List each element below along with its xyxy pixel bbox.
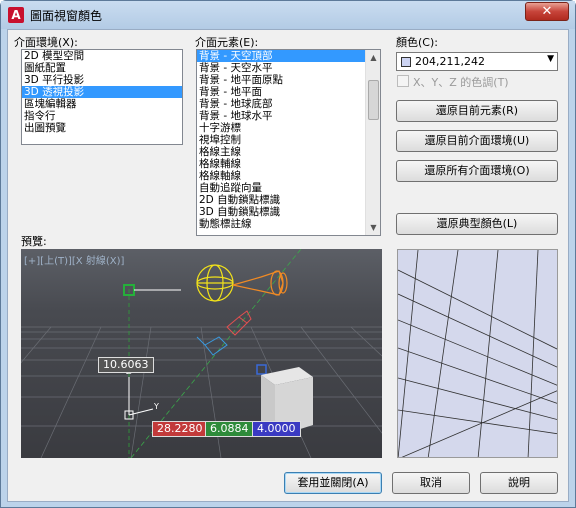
context-item[interactable]: 圖紙配置: [22, 62, 182, 74]
title-bar[interactable]: A 圖面視窗顏色 ✕: [1, 1, 575, 29]
viewport-controls-label: [+][上(T)][X 射線(X)]: [24, 256, 125, 267]
element-item[interactable]: 背景 - 地球底部: [197, 98, 365, 110]
help-button[interactable]: 說明: [480, 472, 558, 494]
element-item[interactable]: 視埠控制: [197, 134, 365, 146]
dimension-value: 10.6063: [98, 357, 154, 373]
tint-checkbox[interactable]: [397, 75, 409, 87]
chevron-down-icon: ▼: [547, 54, 554, 64]
blue-grip-icon: [256, 364, 267, 375]
coord-x-box: 28.2280: [152, 421, 208, 437]
context-item[interactable]: 3D 透視投影: [22, 86, 182, 98]
restore-all-button[interactable]: 還原所有介面環境(O): [396, 160, 558, 182]
restore-context-button[interactable]: 還原目前介面環境(U): [396, 130, 558, 152]
ucs-icon: [124, 377, 154, 420]
preview-viewport: Z Y [+][上(T)][X 射線(X)] 10.6063 28.2280 6…: [21, 249, 382, 458]
spotlight-icon: [232, 270, 288, 296]
element-item[interactable]: 自動追蹤向量: [197, 182, 365, 194]
context-item[interactable]: 出圖預覽: [22, 122, 182, 134]
coord-y-box: 6.0884: [205, 421, 254, 437]
element-item[interactable]: 動態標註線: [197, 218, 365, 230]
context-label: 介面環境(X):: [14, 36, 78, 49]
scroll-thumb[interactable]: [368, 80, 379, 120]
element-item[interactable]: 背景 - 地球水平: [197, 110, 365, 122]
scroll-up-icon[interactable]: ▲: [366, 50, 380, 65]
scroll-down-icon[interactable]: ▼: [366, 220, 380, 235]
apply-close-button[interactable]: 套用並關閉(A): [284, 472, 382, 494]
color-value: 204,211,242: [415, 55, 485, 68]
light-sphere-icon: [196, 264, 234, 302]
axis-y-label: Y: [153, 402, 159, 411]
side-grid: [398, 250, 557, 457]
element-item[interactable]: 3D 自動鎖點標識: [197, 206, 365, 218]
color-swatch: [401, 57, 411, 67]
element-item[interactable]: 格線輔線: [197, 158, 365, 170]
element-item[interactable]: 十字游標: [197, 122, 365, 134]
context-item[interactable]: 3D 平行投影: [22, 74, 182, 86]
context-item[interactable]: 指令行: [22, 110, 182, 122]
dialog-title: 圖面視窗顏色: [30, 9, 103, 23]
tint-checkbox-label: X、Y、Z 的色調(T): [413, 76, 509, 89]
coord-z-box: 4.0000: [252, 421, 301, 437]
preview-side-viewport: [397, 249, 558, 458]
element-item[interactable]: 背景 - 天空頂部: [197, 50, 365, 62]
context-listbox[interactable]: 2D 模型空間 圖紙配置 3D 平行投影 3D 透視投影 區塊編輯器 指令行 出圖預覽: [21, 49, 183, 145]
context-item[interactable]: 區塊編輯器: [22, 98, 182, 110]
preview-label: 預覽:: [21, 235, 47, 248]
restore-element-button[interactable]: 還原目前元素(R): [396, 100, 558, 122]
color-label: 顏色(C):: [396, 36, 438, 49]
element-item[interactable]: 背景 - 地平面: [197, 86, 365, 98]
restore-classic-button[interactable]: 還原典型顏色(L): [396, 213, 558, 235]
element-item[interactable]: 2D 自動鎖點標識: [197, 194, 365, 206]
dialog-window: A 圖面視窗顏色 ✕ 介面環境(X): 2D 模型空間 圖紙配置 3D 平行投影 3D…: [0, 0, 576, 508]
ground-grid: [21, 326, 382, 458]
element-item[interactable]: 格線軸線: [197, 170, 365, 182]
dialog-body: 介面環境(X): 2D 模型空間 圖紙配置 3D 平行投影 3D 透視投影 區塊編輯器指…: [7, 29, 569, 502]
close-button[interactable]: ✕: [525, 2, 569, 21]
element-list-scrollbar[interactable]: ▲ ▼: [365, 50, 380, 235]
element-item[interactable]: 背景 - 天空水平: [197, 62, 365, 74]
element-label: 介面元素(E):: [195, 36, 259, 49]
context-item[interactable]: 2D 模型空間: [22, 50, 182, 62]
color-dropdown[interactable]: 204,211,242 ▼: [396, 52, 558, 71]
cancel-button[interactable]: 取消: [392, 472, 470, 494]
autocad-logo-icon: A: [8, 7, 24, 23]
element-item[interactable]: 背景 - 地平面原點: [197, 74, 365, 86]
element-listbox[interactable]: 背景 - 天空頂部 背景 - 天空水平 背景 - 地平面原點 背景 - 地平面 背景 -…: [196, 49, 381, 236]
element-item[interactable]: 格線主線: [197, 146, 365, 158]
